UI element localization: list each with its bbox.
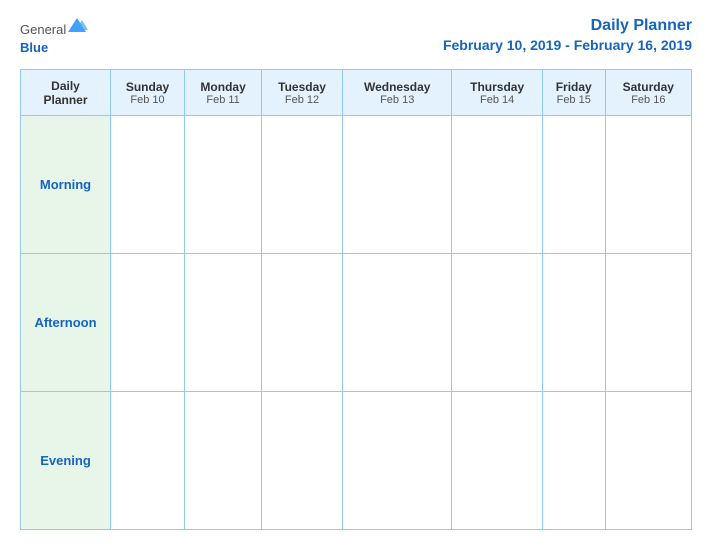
cell-tuesday-afternoon[interactable] xyxy=(262,254,343,392)
afternoon-row: Afternoon xyxy=(21,254,692,392)
cell-saturday-morning[interactable] xyxy=(605,116,691,254)
morning-label: Morning xyxy=(21,116,111,254)
cell-saturday-evening[interactable] xyxy=(605,392,691,530)
header-row: Daily Planner Sunday Feb 10 Monday Feb 1… xyxy=(21,70,692,116)
cell-friday-afternoon[interactable] xyxy=(542,254,605,392)
planner-label-header: Daily Planner xyxy=(21,70,111,116)
cell-saturday-afternoon[interactable] xyxy=(605,254,691,392)
cell-wednesday-morning[interactable] xyxy=(342,116,451,254)
cell-monday-morning[interactable] xyxy=(185,116,262,254)
cell-monday-evening[interactable] xyxy=(185,392,262,530)
cell-wednesday-afternoon[interactable] xyxy=(342,254,451,392)
col-thursday: Thursday Feb 14 xyxy=(452,70,542,116)
app-title: Daily Planner xyxy=(443,16,692,37)
morning-row: Morning xyxy=(21,116,692,254)
cell-wednesday-evening[interactable] xyxy=(342,392,451,530)
header-info: Daily Planner February 10, 2019 - Februa… xyxy=(443,16,692,53)
cell-sunday-morning[interactable] xyxy=(111,116,185,254)
evening-row: Evening xyxy=(21,392,692,530)
logo: General Blue xyxy=(20,16,88,57)
evening-label: Evening xyxy=(21,392,111,530)
afternoon-label: Afternoon xyxy=(21,254,111,392)
col-tuesday: Tuesday Feb 12 xyxy=(262,70,343,116)
logo-text: General Blue xyxy=(20,16,88,57)
cell-friday-morning[interactable] xyxy=(542,116,605,254)
cell-sunday-evening[interactable] xyxy=(111,392,185,530)
cell-monday-afternoon[interactable] xyxy=(185,254,262,392)
col-monday: Monday Feb 11 xyxy=(185,70,262,116)
cell-thursday-morning[interactable] xyxy=(452,116,542,254)
col-friday: Friday Feb 15 xyxy=(542,70,605,116)
cell-thursday-evening[interactable] xyxy=(452,392,542,530)
calendar-table: Daily Planner Sunday Feb 10 Monday Feb 1… xyxy=(20,69,692,530)
date-range: February 10, 2019 - February 16, 2019 xyxy=(443,37,692,53)
cell-thursday-afternoon[interactable] xyxy=(452,254,542,392)
col-sunday: Sunday Feb 10 xyxy=(111,70,185,116)
cell-tuesday-morning[interactable] xyxy=(262,116,343,254)
col-wednesday: Wednesday Feb 13 xyxy=(342,70,451,116)
col-saturday: Saturday Feb 16 xyxy=(605,70,691,116)
cell-tuesday-evening[interactable] xyxy=(262,392,343,530)
cell-friday-evening[interactable] xyxy=(542,392,605,530)
page-header: General Blue Daily Planner February 10, … xyxy=(20,16,692,57)
logo-icon xyxy=(66,16,88,34)
cell-sunday-afternoon[interactable] xyxy=(111,254,185,392)
